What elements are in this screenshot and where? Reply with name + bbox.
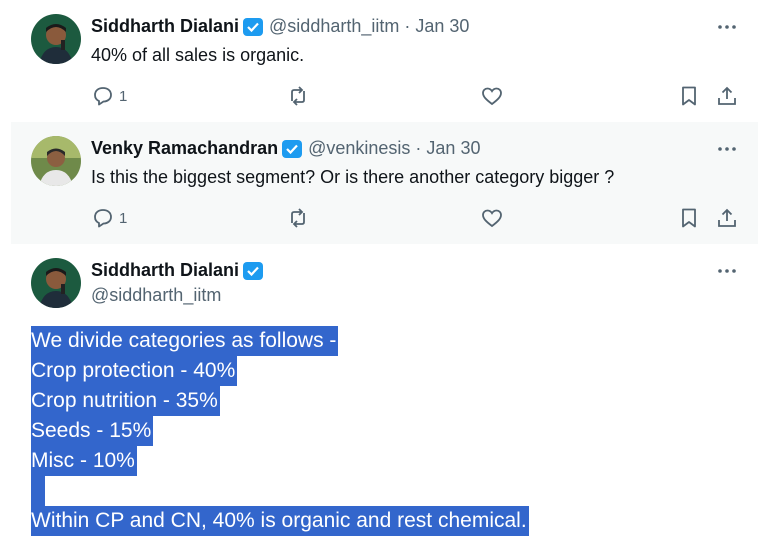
share-button[interactable] (715, 84, 739, 108)
like-button[interactable] (480, 206, 504, 230)
reply-icon (91, 206, 115, 230)
avatar[interactable] (31, 136, 81, 186)
reply-button[interactable]: 1 (91, 206, 127, 230)
like-button[interactable] (480, 84, 504, 108)
tweet-item[interactable]: Venky Ramachandran @venkinesis · Jan 30 … (11, 122, 758, 244)
bookmark-icon (677, 206, 701, 230)
text-line: Within CP and CN, 40% is organic and res… (31, 506, 529, 536)
tweet-text: Is this the biggest segment? Or is there… (91, 167, 615, 187)
text-line: Crop protection - 40% (31, 356, 529, 386)
tweet-text-selected: We divide categories as follows - Crop p… (31, 326, 529, 536)
reply-count: 1 (119, 209, 128, 227)
author-name[interactable]: Siddharth Dialani (91, 16, 239, 37)
share-icon (715, 84, 739, 108)
share-icon (715, 206, 739, 230)
bookmark-icon (677, 84, 701, 108)
bookmark-button[interactable] (677, 206, 701, 230)
separator-dot: · (415, 138, 422, 158)
heart-icon (480, 206, 504, 230)
more-options-icon[interactable] (716, 260, 738, 282)
reply-count: 1 (119, 87, 128, 105)
heart-icon (480, 84, 504, 108)
tweet-header: Siddharth Dialani (91, 260, 264, 281)
retweet-button[interactable] (286, 206, 310, 230)
text-line: Seeds - 15% (31, 416, 529, 446)
text-line: Misc - 10% (31, 446, 529, 476)
bookmark-button[interactable] (677, 84, 701, 108)
avatar[interactable] (31, 258, 81, 308)
tweet-actions: 1 (0, 84, 758, 108)
tweet-item[interactable]: Siddharth Dialani @siddharth_iitm · Jan … (0, 0, 758, 122)
tweet-header: Siddharth Dialani @siddharth_iitm · Jan … (91, 16, 469, 37)
reply-button[interactable]: 1 (91, 84, 127, 108)
separator-dot: · (404, 16, 411, 36)
verified-badge-icon (243, 17, 264, 37)
retweet-icon (286, 206, 310, 230)
reply-icon (91, 84, 115, 108)
tweet-actions: 1 (11, 206, 758, 230)
verified-badge-icon (282, 139, 303, 159)
tweet-text: 40% of all sales is organic. (91, 45, 305, 65)
text-line: Crop nutrition - 35% (31, 386, 529, 416)
author-handle[interactable]: @siddharth_iitm (269, 16, 399, 37)
author-handle[interactable]: @venkinesis (308, 138, 410, 159)
share-button[interactable] (715, 206, 739, 230)
retweet-icon (286, 84, 310, 108)
tweet-date[interactable]: Jan 30 (415, 16, 469, 37)
author-handle[interactable]: @siddharth_iitm (91, 285, 221, 306)
retweet-button[interactable] (286, 84, 310, 108)
text-line-empty (31, 476, 529, 506)
text-line: We divide categories as follows - (31, 326, 529, 356)
more-options-icon[interactable] (716, 138, 738, 160)
author-name[interactable]: Siddharth Dialani (91, 260, 239, 281)
avatar[interactable] (31, 14, 81, 64)
verified-badge-icon (243, 261, 264, 281)
author-name[interactable]: Venky Ramachandran (91, 138, 278, 159)
tweet-header: Venky Ramachandran @venkinesis · Jan 30 (91, 138, 480, 159)
more-options-icon[interactable] (716, 16, 738, 38)
tweet-date[interactable]: Jan 30 (426, 138, 480, 159)
